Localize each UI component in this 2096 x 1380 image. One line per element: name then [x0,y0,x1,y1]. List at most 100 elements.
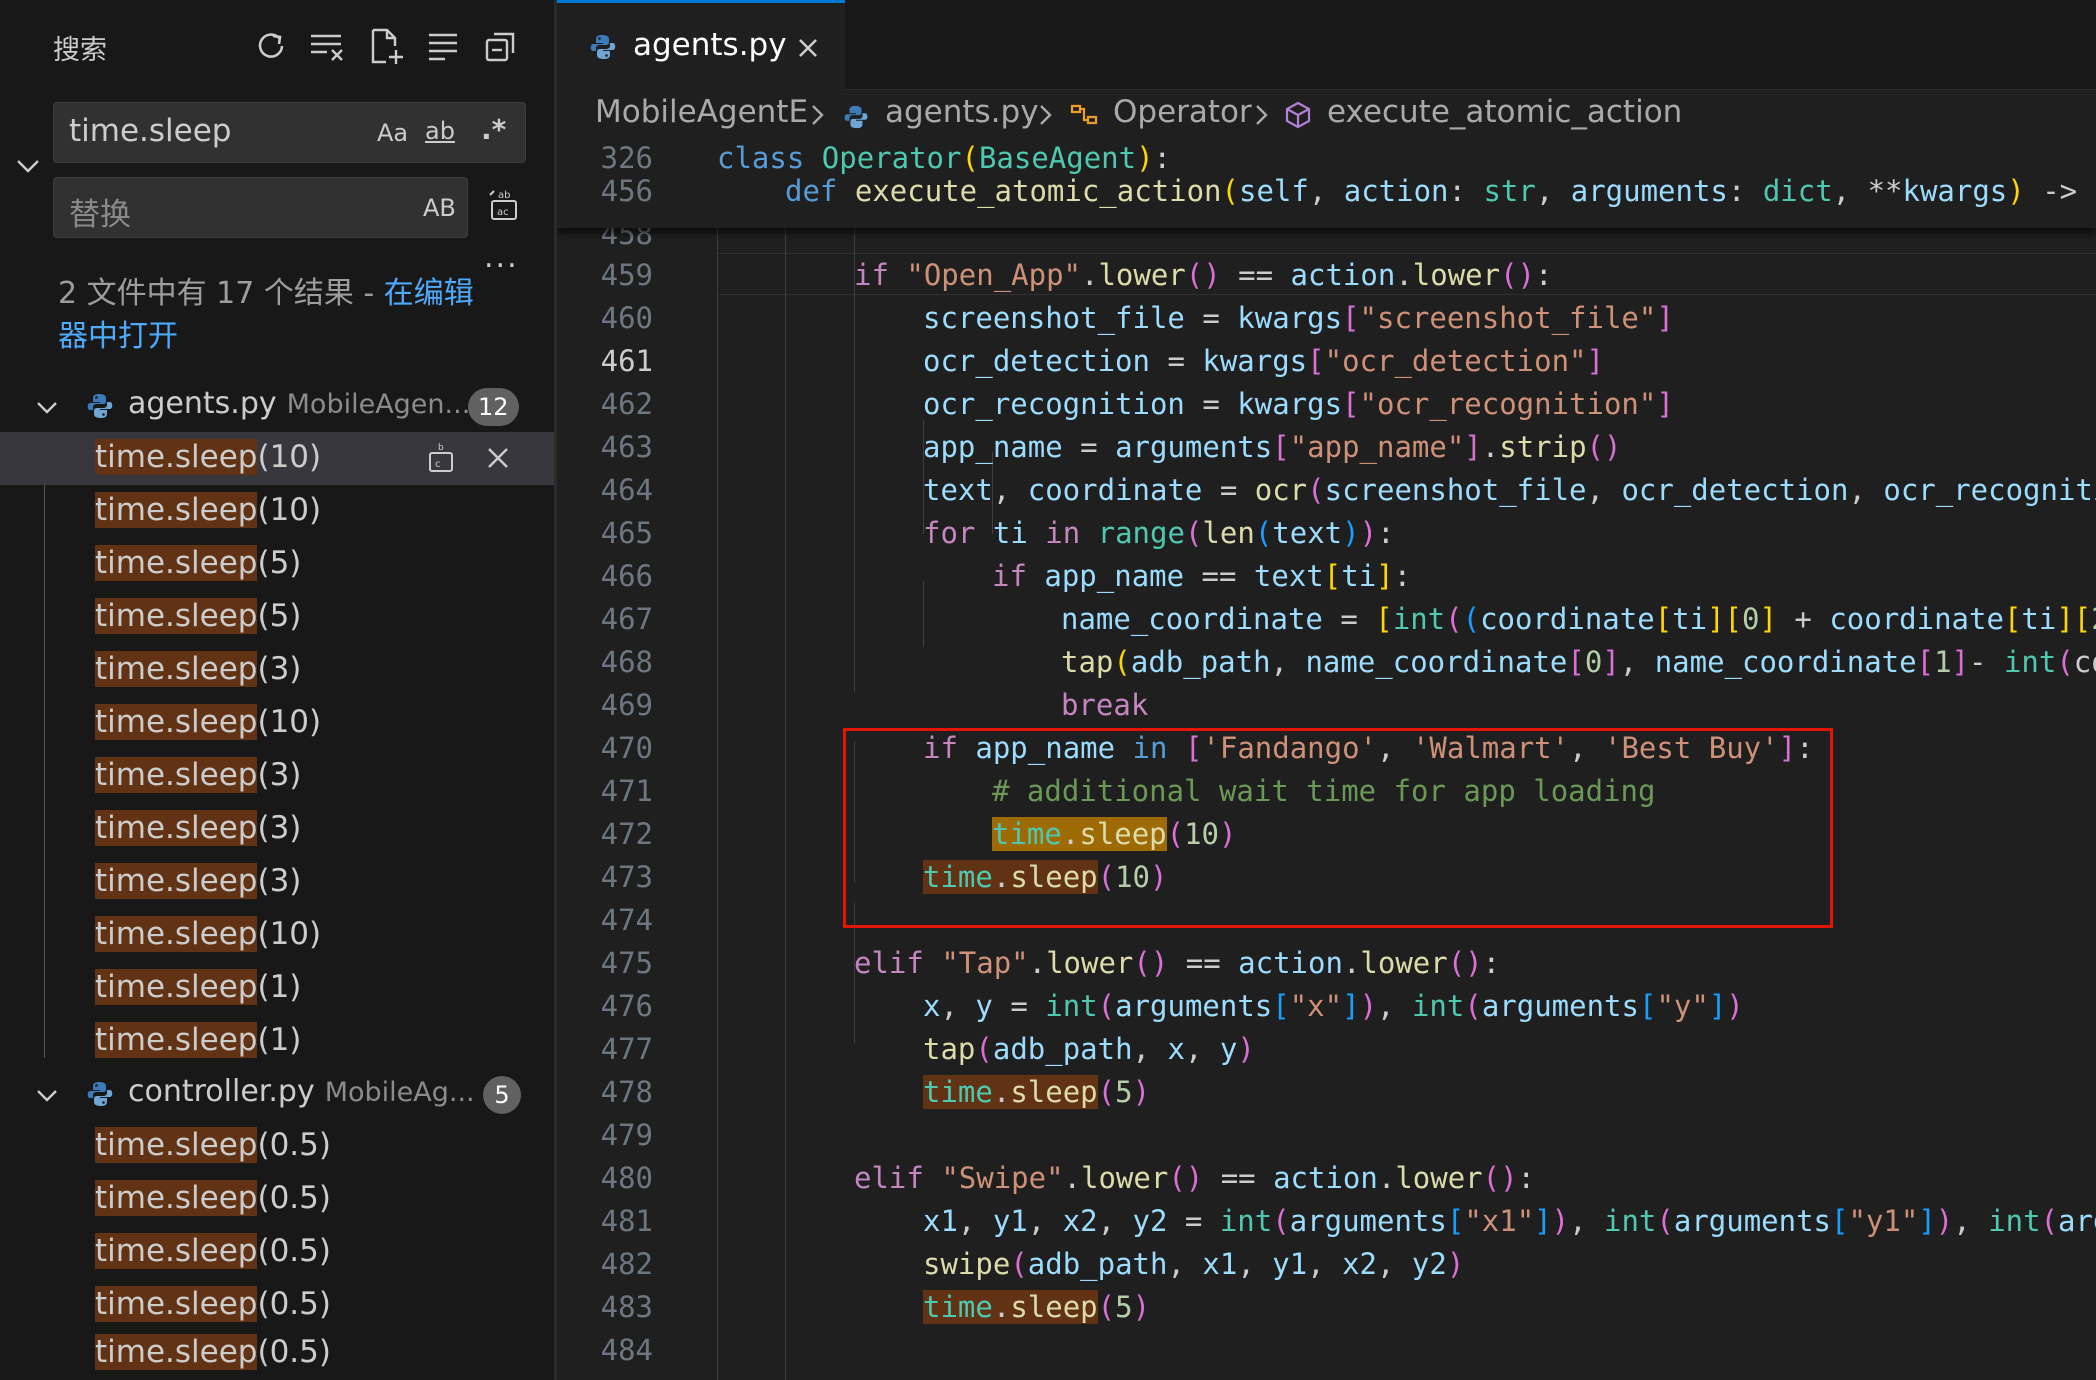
editor-tab-bar: agents.py [557,0,2096,90]
code-line-480[interactable]: elif "Swipe".lower() == action.lower(): [854,1161,1535,1195]
code-line-461[interactable]: ocr_detection = kwargs["ocr_detection"] [923,344,1604,378]
result-match: time.sleep [95,492,258,528]
replace-input[interactable]: 替换 AB [53,177,468,238]
result-match: time.sleep [95,1286,258,1322]
search-result-row[interactable]: time.sleep(10) cb [0,432,554,485]
code-editor[interactable]: 326 class Operator(BaseAgent): 456 def e… [557,140,2096,1380]
file-group-controller[interactable]: controller.py MobileAg... 5 [0,1068,554,1120]
code-line-483[interactable]: time.sleep(5) [923,1290,1150,1324]
search-result-row[interactable]: time.sleep(0.5) [0,1279,554,1332]
search-sidebar: 搜索 time.sleep Aa ab .* 替换 AB ab ac ... 2 … [0,0,554,1380]
code-line-476[interactable]: x, y = int(arguments["x"]), int(argument… [923,989,1744,1023]
line-number: 483 [600,1290,653,1324]
code-line-481[interactable]: x1, y1, x2, y2 = int(arguments["x1"]), i… [923,1204,2096,1238]
search-details-toggle[interactable]: ... [484,240,519,275]
code-line-477[interactable]: tap(adb_path, x, y) [923,1032,1255,1066]
search-result-row[interactable]: time.sleep(3) [0,856,554,909]
python-file-icon [86,1080,114,1108]
result-rest: (5) [257,598,302,634]
file-group-agents[interactable]: agents.py MobileAgen... 12 [0,380,554,432]
code-line-475[interactable]: elif "Tap".lower() == action.lower(): [854,946,1500,980]
line-number: 481 [600,1204,653,1238]
search-result-row[interactable]: time.sleep(10) [0,697,554,750]
result-match: time.sleep [95,598,258,634]
search-result-row[interactable]: time.sleep(3) [0,750,554,803]
code-line-460[interactable]: screenshot_file = kwargs["screenshot_fil… [923,301,1674,335]
line-number: 459 [600,258,653,292]
sticky-line-class: class Operator(BaseAgent): [717,141,1172,175]
line-number: 477 [600,1032,653,1066]
result-rest: (10) [257,439,322,475]
chevron-down-icon[interactable] [34,394,60,420]
result-rest: (0.5) [257,1180,331,1216]
code-line-467[interactable]: name_coordinate = [int((coordinate[ti][0… [1061,602,2096,636]
code-line-478[interactable]: time.sleep(5) [923,1075,1150,1109]
refresh-icon[interactable] [251,26,291,66]
line-number: 464 [600,473,653,507]
clear-results-icon[interactable] [308,26,348,66]
sticky-scroll[interactable]: 326 class Operator(BaseAgent): 456 def e… [557,140,2096,228]
collapse-all-icon[interactable] [482,26,522,66]
new-search-editor-icon[interactable] [366,26,406,66]
file-name: controller.py [128,1074,315,1109]
code-line-469[interactable]: break [1061,688,1148,722]
search-result-row[interactable]: time.sleep(10) [0,909,554,962]
breadcrumb-file[interactable]: agents.py [885,94,1039,130]
search-input[interactable]: time.sleep Aa ab .* [53,102,526,163]
result-match: time.sleep [95,810,258,846]
toggle-replace-chevron-icon[interactable] [12,150,44,182]
breadcrumb-class[interactable]: Operator [1113,94,1252,130]
line-number: 463 [600,430,653,464]
view-as-tree-icon[interactable] [424,26,464,66]
replace-input-placeholder: 替换 [69,197,131,233]
line-number: 484 [600,1333,653,1367]
match-case-icon[interactable]: Aa [377,119,408,147]
breadcrumb: MobileAgentE agents.py Operator execute_… [557,90,2096,140]
use-regex-icon[interactable]: .* [481,113,506,146]
line-number: 467 [600,602,653,636]
result-rest: (10) [257,492,322,528]
search-result-row[interactable]: time.sleep(3) [0,803,554,856]
match-whole-word-icon[interactable]: ab [425,117,455,145]
search-result-row[interactable]: time.sleep(0.5) [0,1226,554,1279]
line-number: 462 [600,387,653,421]
search-result-row[interactable]: time.sleep(1) [0,962,554,1015]
tab-agents-py[interactable]: agents.py [557,0,845,90]
code-line-482[interactable]: swipe(adb_path, x1, y1, x2, y2) [923,1247,1464,1281]
results-summary: 2 文件中有 17 个结果 - 在编辑器中打开 [58,272,498,358]
code-line-468[interactable]: tap(adb_path, name_coordinate[0], name_c… [1061,645,2096,679]
annotation-highlight-box [843,728,1833,928]
result-rest: (10) [257,916,322,952]
close-tab-icon[interactable] [793,33,823,63]
search-result-row[interactable]: time.sleep(1) [0,1015,554,1068]
code-line-466[interactable]: if app_name == text[ti]: [992,559,1411,593]
result-rest: (5) [257,545,302,581]
search-result-row[interactable]: time.sleep(0.5) [0,1120,554,1173]
code-line-465[interactable]: for ti in range(len(text)): [923,516,1395,550]
code-line-462[interactable]: ocr_recognition = kwargs["ocr_recognitio… [923,387,1674,421]
replace-result-icon[interactable]: cb [424,441,458,475]
python-file-icon [589,33,617,61]
result-rest: (0.5) [257,1334,331,1370]
dismiss-result-icon[interactable] [481,441,515,475]
code-line-463[interactable]: app_name = arguments["app_name"].strip() [923,430,1621,464]
preserve-case-icon[interactable]: AB [423,194,456,222]
replace-all-icon[interactable]: ab ac [486,187,522,223]
breadcrumb-method[interactable]: execute_atomic_action [1327,94,1682,130]
code-line-464[interactable]: text, coordinate = ocr(screenshot_file, … [923,473,2096,507]
search-result-row[interactable]: time.sleep(5) [0,538,554,591]
search-result-row[interactable]: time.sleep(3) [0,644,554,697]
code-line-459[interactable]: if "Open_App".lower() == action.lower(): [854,258,1552,292]
line-number: 479 [600,1118,653,1152]
search-result-row[interactable]: time.sleep(0.5) [0,1173,554,1226]
chevron-down-icon[interactable] [34,1082,60,1108]
search-result-row[interactable]: time.sleep(10) [0,485,554,538]
breadcrumb-folder[interactable]: MobileAgentE [595,94,808,130]
result-match: time.sleep [95,1180,258,1216]
result-match: time.sleep [95,916,258,952]
file-path: MobileAg... [324,1077,475,1108]
results-summary-text: 2 文件中有 17 个结果 - [58,276,384,311]
search-result-row[interactable]: time.sleep(0.5) [0,1327,554,1380]
search-result-row[interactable]: time.sleep(5) [0,591,554,644]
indent-guide [854,226,855,692]
